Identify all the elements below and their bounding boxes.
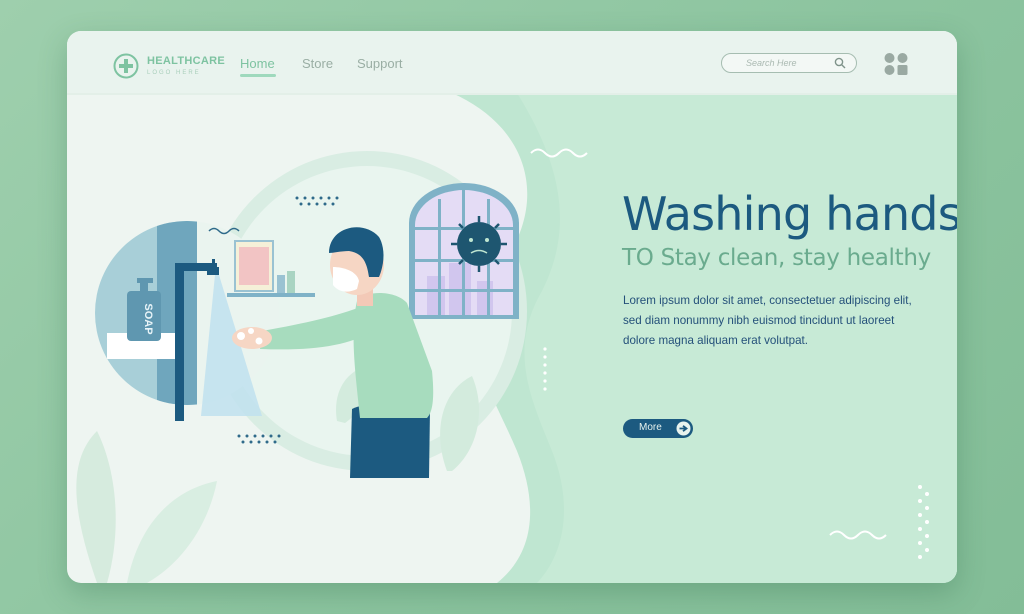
logo[interactable]: HEALTHCARE LOGO HERE bbox=[113, 53, 225, 79]
nav-item-support[interactable]: Support bbox=[357, 56, 403, 71]
shelf bbox=[227, 293, 315, 297]
hand-washing-illustration: SOAP bbox=[95, 151, 547, 478]
more-button-label: More bbox=[639, 422, 662, 433]
more-button[interactable]: More bbox=[623, 419, 693, 438]
faucet bbox=[175, 263, 184, 421]
plus-icon bbox=[113, 53, 139, 79]
hero-subtitle: TO Stay clean, stay healthy bbox=[622, 245, 931, 271]
landing-page-card: SOAP HEALTHCARE LOGO HERE Home Store Sup… bbox=[67, 31, 957, 583]
hero-title: Washing hands bbox=[622, 187, 957, 241]
arrow-right-icon bbox=[676, 421, 691, 436]
hero-body-text: Lorem ipsum dolor sit amet, consectetuer… bbox=[623, 294, 912, 347]
nav-active-indicator bbox=[240, 74, 276, 77]
search-placeholder: Search Here bbox=[746, 58, 797, 68]
search-input[interactable]: Search Here bbox=[721, 53, 857, 73]
nav-item-home[interactable]: Home bbox=[240, 56, 275, 71]
brand-title: HEALTHCARE bbox=[147, 55, 225, 67]
top-navbar: HEALTHCARE LOGO HERE Home Store Support … bbox=[67, 31, 957, 93]
soap-label: SOAP bbox=[142, 303, 154, 334]
nav-item-store[interactable]: Store bbox=[302, 56, 333, 71]
virus-icon bbox=[451, 216, 507, 272]
search-icon[interactable] bbox=[834, 57, 846, 69]
brand-subtitle: LOGO HERE bbox=[147, 70, 201, 76]
menu-grid-icon[interactable] bbox=[883, 52, 909, 76]
